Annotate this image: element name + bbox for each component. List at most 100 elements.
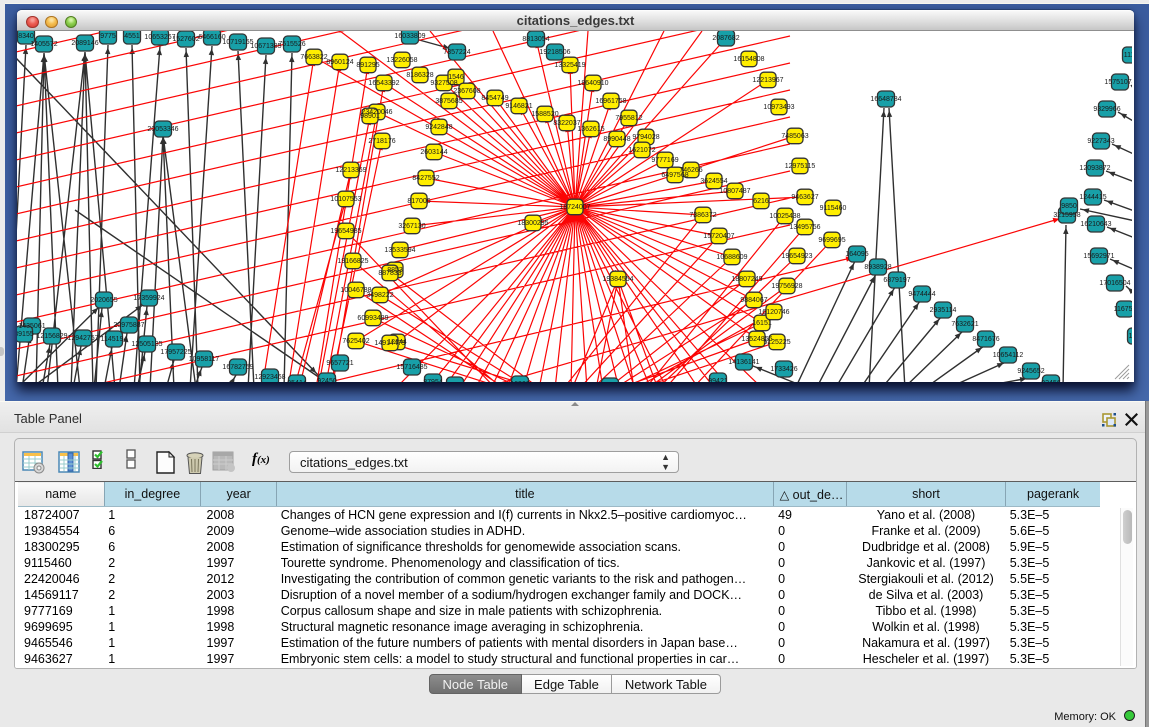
svg-text:2020655: 2020655 xyxy=(90,297,117,304)
svg-text:8454749: 8454749 xyxy=(481,95,508,102)
svg-text:10025438: 10025438 xyxy=(769,213,800,220)
svg-text:98901: 98901 xyxy=(360,113,380,120)
svg-text:817006: 817006 xyxy=(407,198,430,205)
svg-text:1117: 1117 xyxy=(1124,52,1132,59)
svg-text:9884067: 9884067 xyxy=(740,297,767,304)
svg-text:7386372: 7386372 xyxy=(689,212,716,219)
svg-text:16543392: 16543392 xyxy=(368,80,399,87)
svg-text:164095: 164095 xyxy=(845,251,868,258)
svg-text:7357224: 7357224 xyxy=(443,49,470,56)
svg-text:10671385: 10671385 xyxy=(250,43,281,50)
svg-text:9657721: 9657721 xyxy=(326,360,353,367)
svg-text:8340: 8340 xyxy=(18,33,34,40)
svg-text:16648784: 16648784 xyxy=(870,96,901,103)
svg-text:6879197: 6879197 xyxy=(883,277,910,284)
svg-text:19384554: 19384554 xyxy=(602,276,633,283)
svg-text:1546: 1546 xyxy=(448,74,464,81)
svg-text:1588520: 1588520 xyxy=(531,111,558,118)
svg-text:18724007: 18724007 xyxy=(559,204,590,211)
svg-text:1362615: 1362615 xyxy=(577,126,604,133)
svg-text:60993489: 60993489 xyxy=(357,315,388,322)
svg-text:19654985: 19654985 xyxy=(330,228,361,235)
svg-text:13533594: 13533594 xyxy=(384,247,415,254)
svg-text:20975887: 20975887 xyxy=(113,322,144,329)
svg-text:18640910: 18640910 xyxy=(577,80,608,87)
svg-text:17359924: 17359924 xyxy=(133,295,164,302)
svg-text:1435061: 1435061 xyxy=(18,323,45,330)
svg-text:7632621: 7632621 xyxy=(951,321,978,328)
svg-text:17957225: 17957225 xyxy=(160,349,191,356)
svg-text:19218506: 19218506 xyxy=(539,49,570,56)
svg-text:16120746: 16120746 xyxy=(758,309,789,316)
svg-text:7625402: 7625402 xyxy=(342,338,369,345)
svg-text:10688609: 10688609 xyxy=(716,254,747,261)
svg-text:12156829: 12156829 xyxy=(36,333,67,340)
svg-text:13325419: 13325419 xyxy=(554,62,585,69)
svg-text:16300: 16300 xyxy=(510,381,530,382)
svg-text:13495756: 13495756 xyxy=(789,224,820,231)
svg-text:9699695: 9699695 xyxy=(818,237,845,244)
svg-text:14914479: 14914479 xyxy=(374,340,405,347)
svg-text:746266: 746266 xyxy=(679,167,702,174)
svg-text:2603144: 2603144 xyxy=(420,149,447,156)
svg-text:16033809: 16033809 xyxy=(394,33,425,40)
svg-text:99421: 99421 xyxy=(708,378,728,382)
svg-text:18300295: 18300295 xyxy=(517,220,548,227)
svg-text:2089146: 2089146 xyxy=(71,40,98,47)
svg-text:9242848: 9242848 xyxy=(425,124,452,131)
svg-text:20053346: 20053346 xyxy=(147,126,178,133)
svg-text:15751074: 15751074 xyxy=(1104,79,1132,86)
svg-text:1733426: 1733426 xyxy=(770,366,797,373)
svg-text:17016504: 17016504 xyxy=(1099,280,1130,287)
svg-text:12213967: 12213967 xyxy=(752,77,783,84)
svg-text:6216: 6216 xyxy=(753,198,769,205)
svg-text:16151: 16151 xyxy=(752,320,772,327)
svg-text:2367608: 2367608 xyxy=(453,88,480,95)
svg-text:4551: 4551 xyxy=(124,33,140,40)
svg-text:8471676: 8471676 xyxy=(972,336,999,343)
svg-text:9775: 9775 xyxy=(100,33,116,40)
svg-text:16154808: 16154808 xyxy=(733,56,764,63)
svg-text:19654923: 19654923 xyxy=(781,253,812,260)
svg-text:10973493: 10973493 xyxy=(763,104,794,111)
svg-text:12505135: 12505135 xyxy=(131,341,162,348)
svg-text:10958117: 10958117 xyxy=(189,356,220,363)
svg-text:87954: 87954 xyxy=(423,379,443,382)
svg-text:7515526: 7515526 xyxy=(278,41,305,48)
svg-text:1125: 1125 xyxy=(1128,333,1132,340)
svg-text:14136141: 14136141 xyxy=(728,359,759,366)
svg-text:2935114: 2935114 xyxy=(930,307,957,314)
svg-text:18807249: 18807249 xyxy=(731,276,762,283)
svg-text:9329966: 9329966 xyxy=(1093,106,1120,113)
svg-text:1244415: 1244415 xyxy=(1079,194,1106,201)
svg-text:15720407: 15720407 xyxy=(703,233,734,240)
svg-text:2087682: 2087682 xyxy=(712,35,739,42)
svg-text:891295: 891295 xyxy=(356,62,379,69)
svg-text:12213369: 12213369 xyxy=(335,167,366,174)
svg-text:5125225: 5125225 xyxy=(763,339,790,346)
svg-text:16961758: 16961758 xyxy=(595,98,626,105)
svg-text:16210643: 16210643 xyxy=(1080,221,1111,228)
svg-text:9474444: 9474444 xyxy=(908,291,935,298)
svg-text:16782759: 16782759 xyxy=(222,364,253,371)
svg-text:9777169: 9777169 xyxy=(651,157,678,164)
svg-text:9794028: 9794028 xyxy=(632,134,659,141)
svg-text:3267130: 3267130 xyxy=(398,223,425,230)
svg-text:8427552: 8427552 xyxy=(412,175,439,182)
svg-text:3215958: 3215958 xyxy=(1053,212,1080,219)
svg-text:887833: 887833 xyxy=(378,270,401,277)
svg-text:39155: 39155 xyxy=(17,331,34,338)
svg-text:9227343: 9227343 xyxy=(1087,138,1114,145)
svg-text:8990448: 8990448 xyxy=(603,136,630,143)
svg-text:10807487: 10807487 xyxy=(719,188,750,195)
svg-text:92456: 92456 xyxy=(1041,380,1061,382)
svg-text:19166825: 19166825 xyxy=(337,258,368,265)
svg-text:8960124: 8960124 xyxy=(326,59,353,66)
svg-text:12942757: 12942757 xyxy=(67,335,98,342)
svg-text:116753: 116753 xyxy=(1114,306,1132,313)
svg-text:7955812: 7955812 xyxy=(615,115,642,122)
svg-text:15716485: 15716485 xyxy=(396,364,427,371)
svg-text:10654112: 10654112 xyxy=(993,352,1024,359)
svg-text:3875685: 3875685 xyxy=(435,98,462,105)
svg-text:3624554: 3624554 xyxy=(700,178,727,185)
